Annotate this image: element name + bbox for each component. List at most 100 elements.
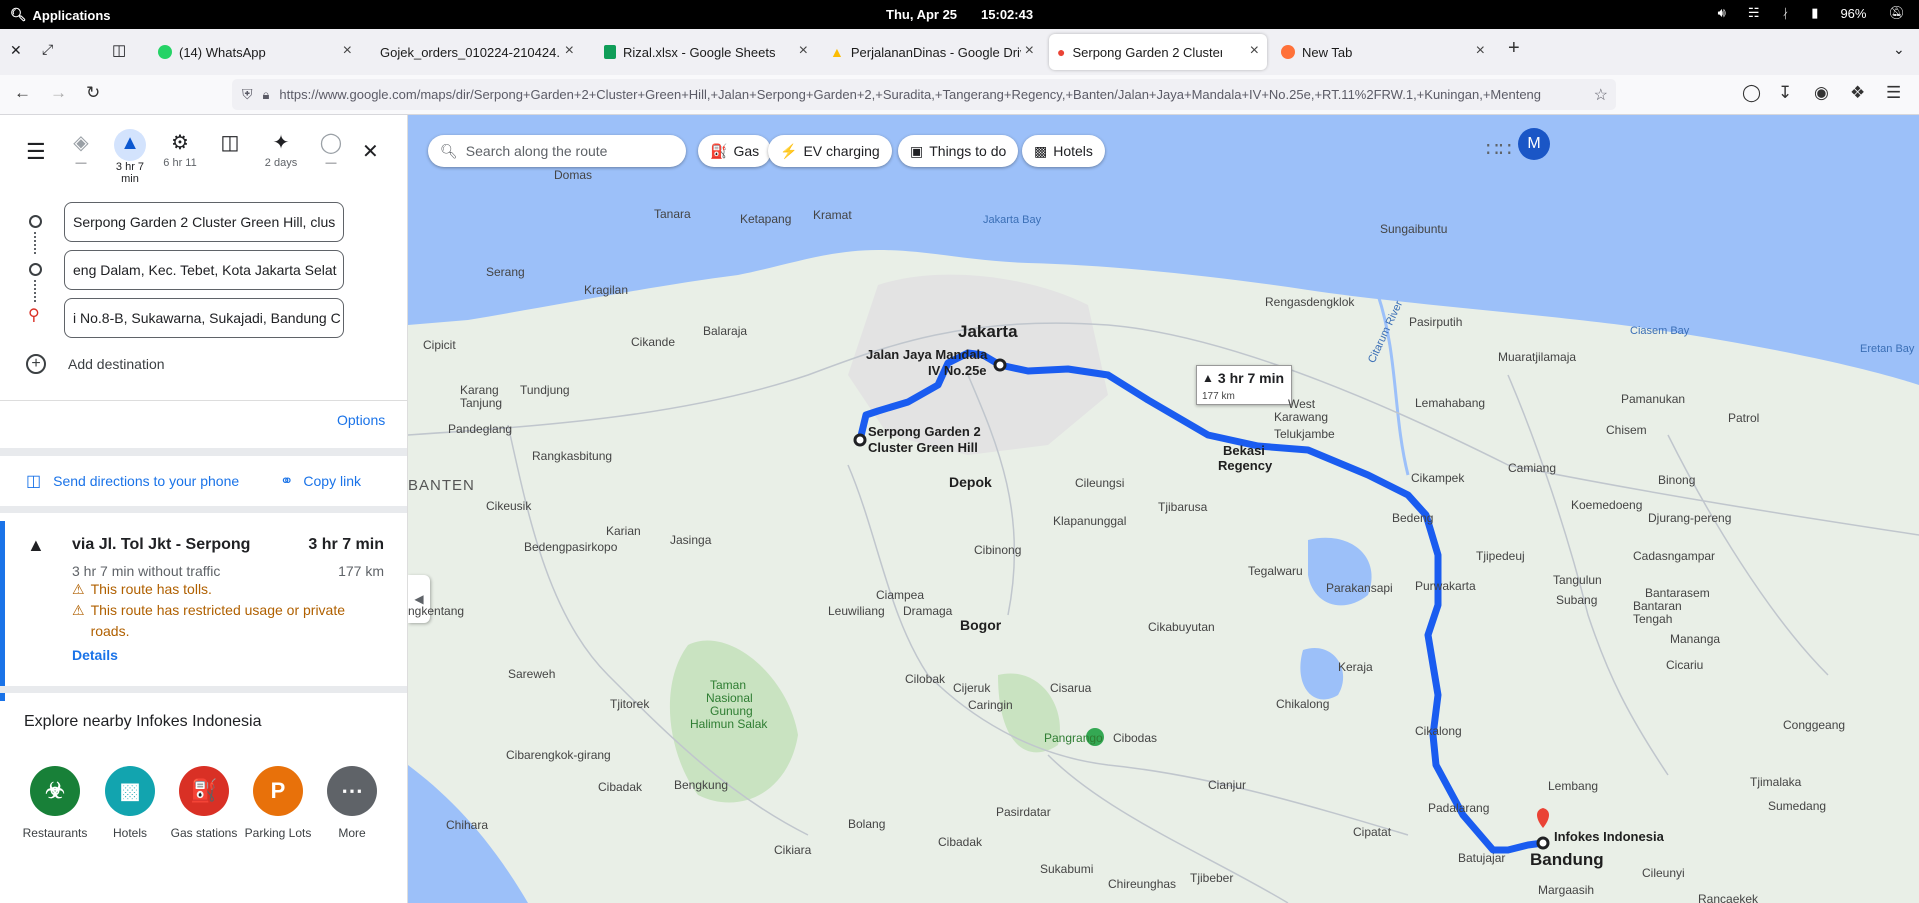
close-tab-icon[interactable]: × — [343, 42, 352, 60]
map-label: Cipatat — [1353, 825, 1392, 839]
send-directions-button[interactable]: ◫ Send directions to your phone — [26, 471, 239, 491]
map-label: Batujajar — [1458, 851, 1506, 865]
map-label: Subang — [1556, 593, 1598, 607]
lock-icon[interactable]: 🔒︎ — [263, 87, 270, 103]
avatar[interactable]: M — [1518, 128, 1550, 160]
map-label: Halimun Salak — [690, 717, 768, 731]
volume-icon[interactable]: 🔊︎ — [1718, 5, 1726, 21]
maps-icon: ● — [1057, 44, 1066, 60]
reload-icon[interactable]: ↻ — [86, 83, 100, 103]
category-label: More — [338, 826, 366, 840]
tab-google-sheets[interactable]: Rizal.xlsx - Google Sheets × — [596, 34, 816, 70]
mode-motorcycle[interactable]: ⚙ 6 hr 11 — [157, 129, 203, 169]
mode-cycling[interactable]: ◯ — — [308, 129, 354, 169]
tab-gojek-pdf[interactable]: Gojek_orders_010224-210424.pdf × — [372, 34, 582, 70]
category-hotels[interactable]: ▩ Hotels — [95, 766, 165, 840]
map-label: Kramat — [813, 208, 852, 222]
wifi-icon[interactable]: ☵ — [1748, 5, 1760, 21]
close-window-icon[interactable]: ✕ — [10, 42, 22, 59]
origin-input[interactable]: Serpong Garden 2 Cluster Green Hill, clu… — [64, 202, 344, 242]
hamburger-menu-icon[interactable]: ☰ — [26, 139, 46, 165]
add-circle-icon: + — [26, 354, 46, 374]
mode-walking[interactable]: ✦ 2 days — [258, 129, 304, 169]
close-tab-icon[interactable]: × — [1250, 42, 1259, 60]
pocket-icon[interactable]: ◯ — [1742, 83, 1761, 103]
apps-grid-icon[interactable]: ∷∷ — [1486, 137, 1511, 162]
chip-ev-charging[interactable]: ⚡ EV charging — [768, 135, 892, 167]
chip-hotels[interactable]: ▩ Hotels — [1022, 135, 1105, 167]
extensions-icon[interactable]: ❖ — [1850, 83, 1865, 103]
category-more[interactable]: ⋯ More — [317, 766, 387, 840]
tab-google-maps[interactable]: ● Serpong Garden 2 Cluster Green Hill × — [1049, 34, 1267, 70]
close-tab-icon[interactable]: × — [799, 42, 808, 60]
applications-menu[interactable]: 🔍︎ Applications — [10, 7, 111, 23]
shield-icon[interactable]: ⛨ — [242, 86, 253, 103]
system-clock[interactable]: Thu, Apr 25 15:02:43 — [886, 7, 1033, 22]
url-bar[interactable]: ⛨ 🔒︎ https://www.google.com/maps/dir/Ser… — [232, 79, 1616, 110]
category-restaurants[interactable]: ☣ Restaurants — [20, 766, 90, 840]
route-box-distance: 177 km — [1202, 391, 1235, 402]
menu-icon[interactable]: ☰ — [1886, 83, 1901, 103]
send-to-phone-icon: ◫ — [26, 473, 42, 490]
map-label: Eretan Bay — [1860, 343, 1915, 355]
options-button[interactable]: Options — [337, 412, 385, 428]
chip-gas[interactable]: ⛽ Gas — [698, 135, 772, 167]
origin-dot — [29, 215, 42, 228]
close-tab-icon[interactable]: × — [565, 42, 574, 60]
applications-label: Applications — [32, 7, 111, 23]
route-option[interactable]: ▲ via Jl. Tol Jkt - Serpong 3 hr 7 min 3… — [0, 521, 407, 701]
category-gas-stations[interactable]: ⛽ Gas stations — [169, 766, 239, 840]
map-label: Tjibeber — [1190, 871, 1234, 885]
map-canvas[interactable]: 🔍︎ Search along the route ⛽ Gas ⚡ EV charg… — [408, 115, 1919, 903]
tab-title: (14) WhatsApp — [179, 44, 266, 60]
walking-icon: ✦ — [272, 132, 290, 154]
new-tab-icon[interactable]: + — [1508, 37, 1520, 60]
mode-transit[interactable]: ◫ — [207, 129, 253, 157]
route-info-box[interactable]: ▲ 3 hr 7 min 177 km — [1196, 365, 1292, 405]
tab-overflow-icon[interactable]: ⌄ — [1893, 41, 1905, 58]
map-label: Ketapang — [740, 212, 792, 226]
bookmark-star-icon[interactable]: ☆ — [1594, 85, 1608, 105]
close-tab-icon[interactable]: × — [1476, 42, 1485, 60]
notification-icon[interactable]: 🔕︎ — [1888, 5, 1905, 21]
map-label: Sumedang — [1768, 799, 1827, 813]
travel-modes: ☰ ◈ — ▲ 3 hr 7 min ⚙ 6 hr 11 ◫ ✦ 2 days ◯ — ✕ — [0, 123, 407, 203]
map-label: Lembang — [1548, 779, 1599, 793]
map-label: Ciampea — [876, 588, 925, 602]
mode-best[interactable]: ◈ — — [58, 129, 104, 169]
copy-link-button[interactable]: ⚭ Copy link — [280, 471, 361, 491]
copy-link-label: Copy link — [303, 473, 361, 489]
account-icon[interactable]: ◉ — [1814, 83, 1829, 103]
close-tab-icon[interactable]: × — [1025, 42, 1034, 60]
bluetooth-icon[interactable]: ᛅ — [1781, 6, 1789, 21]
tab-google-drive[interactable]: ▲ PerjalananDinas - Google Drive × — [822, 34, 1042, 70]
destination-input[interactable]: i No.8-B, Sukawarna, Sukajadi, Bandung C — [64, 298, 344, 338]
battery-icon[interactable]: ▮ — [1811, 5, 1818, 21]
tab-new-tab[interactable]: New Tab × — [1273, 34, 1493, 70]
waypoint-input[interactable]: eng Dalam, Kec. Tebet, Kota Jakarta Sela… — [64, 250, 344, 290]
map-label: Bengkung — [674, 778, 729, 792]
map-label: Cikabuyutan — [1148, 620, 1215, 634]
restore-icon[interactable]: ⤢ — [42, 41, 53, 58]
section-separator — [0, 686, 407, 693]
forward-icon[interactable]: → — [50, 83, 67, 103]
toll-warning: ⚠ This route has tolls. — [72, 579, 372, 600]
add-destination-button[interactable]: + Add destination — [26, 354, 165, 374]
category-parking[interactable]: P Parking Lots — [243, 766, 313, 840]
route-no-traffic: 3 hr 7 min without traffic — [72, 563, 221, 579]
map-label: Margaasih — [1538, 883, 1595, 897]
search-icon: 🔍︎ — [440, 142, 458, 159]
tab-list-icon[interactable]: ◫ — [112, 41, 126, 59]
close-directions-icon[interactable]: ✕ — [362, 139, 379, 164]
search-along-route[interactable]: 🔍︎ Search along the route — [428, 135, 686, 167]
waypoint-marker — [993, 358, 1007, 372]
details-button[interactable]: Details — [72, 647, 118, 663]
download-icon[interactable]: ↧ — [1778, 83, 1792, 103]
map-label: Purwakarta — [1415, 579, 1476, 593]
mode-driving[interactable]: ▲ 3 hr 7 min — [107, 129, 153, 185]
map-label: Chikalong — [1276, 697, 1330, 711]
tab-whatsapp[interactable]: (14) WhatsApp × — [150, 34, 360, 70]
chip-things-to-do[interactable]: ▣ Things to do — [898, 135, 1019, 167]
back-icon[interactable]: ← — [14, 83, 31, 103]
warning-icon: ⚠ — [72, 602, 85, 618]
